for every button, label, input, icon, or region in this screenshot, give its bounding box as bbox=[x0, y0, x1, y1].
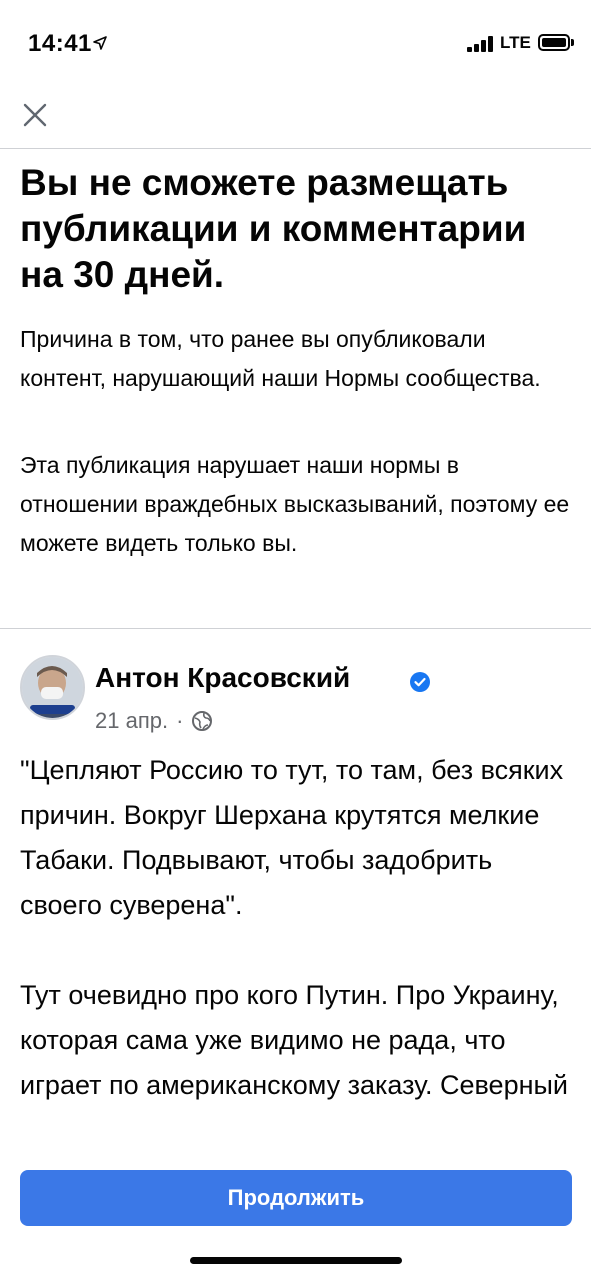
post-meta: 21 апр. · bbox=[95, 708, 213, 734]
close-icon[interactable] bbox=[15, 95, 55, 135]
network-type: LTE bbox=[500, 33, 531, 52]
header-divider bbox=[0, 148, 591, 149]
restriction-reason: Причина в том, что ранее вы опубликовали… bbox=[20, 326, 541, 391]
page-title: Вы не сможете размещать публикации и ком… bbox=[20, 162, 527, 295]
home-indicator[interactable] bbox=[190, 1257, 402, 1264]
status-time: 14:41 bbox=[28, 30, 92, 57]
post-author[interactable]: Антон Красовский bbox=[95, 662, 350, 694]
avatar[interactable] bbox=[20, 655, 85, 720]
battery-cap bbox=[571, 39, 574, 46]
post-paragraph: "Цепляют Россию то тут, то там, без всяк… bbox=[20, 755, 564, 920]
continue-button[interactable]: Продолжить bbox=[20, 1170, 572, 1226]
globe-icon bbox=[192, 711, 213, 731]
battery-icon bbox=[538, 34, 570, 51]
policy-explanation: Эта публикация нарушает наши нормы в отн… bbox=[20, 452, 570, 556]
location-arrow-icon bbox=[93, 36, 107, 50]
post-date[interactable]: 21 апр. bbox=[95, 708, 168, 734]
post-body: "Цепляют Россию то тут, то там, без всяк… bbox=[20, 748, 580, 1108]
close-button[interactable] bbox=[15, 95, 55, 135]
post-fade bbox=[0, 1120, 591, 1150]
signal-icon bbox=[467, 36, 495, 52]
section-divider bbox=[0, 628, 591, 629]
status-bar: 14:41 LTE bbox=[0, 0, 591, 90]
post-paragraph: Тут очевидно про кого Путин. Про Украину… bbox=[20, 980, 568, 1100]
violating-post: Антон Красовский 21 апр. · "Цепляют Росс… bbox=[0, 630, 591, 1150]
verified-badge-icon bbox=[410, 672, 430, 692]
meta-separator: · bbox=[176, 708, 184, 733]
